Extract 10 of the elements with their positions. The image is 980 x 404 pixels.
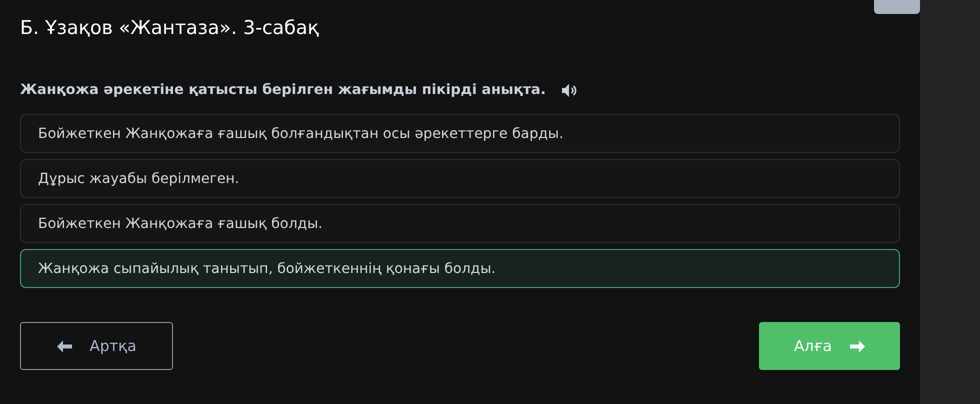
speaker-icon[interactable] xyxy=(562,84,579,96)
answer-option[interactable]: Жанқожа сыпайылық танытып, бойжеткеннің қонағы болды. xyxy=(20,249,900,288)
answer-option[interactable]: Бойжеткен Жанқожаға ғашық болды. xyxy=(20,204,900,243)
question-text: Жанқожа әрекетіне қатысты берілген жағымды пікірді анықта. xyxy=(20,82,546,98)
back-button[interactable]: Артқа xyxy=(20,322,173,370)
lesson-title: Б. Ұзақов «Жантаза». 3-сабақ xyxy=(20,16,320,40)
arrow-right-icon xyxy=(850,340,865,352)
answer-option[interactable]: Бойжеткен Жанқожаға ғашық болғандықтан осы әрекеттерге барды. xyxy=(20,114,900,153)
arrow-left-icon xyxy=(56,340,72,352)
answer-option[interactable]: Дұрыс жауабы берілмеген. xyxy=(20,159,900,198)
